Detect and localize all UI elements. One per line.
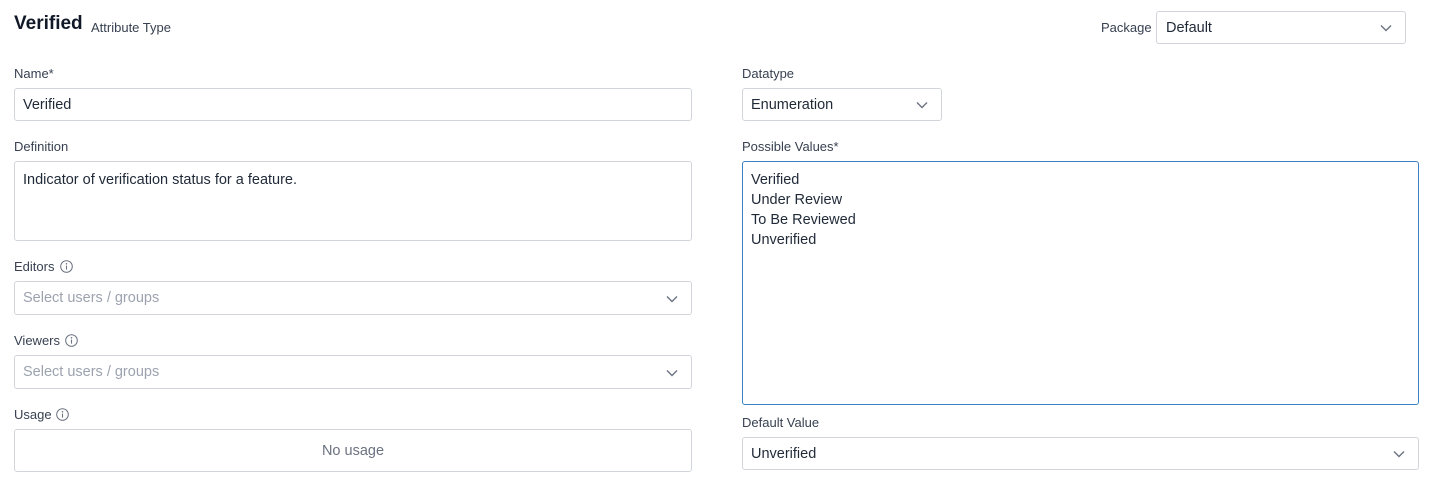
info-icon[interactable] [65,334,78,347]
default-value-select[interactable]: Unverified [742,437,1419,470]
package-select[interactable]: Default [1156,11,1406,44]
possible-values-label: Possible Values* [742,139,839,154]
possible-value-item: Under Review [751,192,843,208]
info-icon[interactable] [60,260,73,273]
name-input[interactable]: Verified [14,88,692,121]
possible-value-item: Verified [751,172,800,188]
editors-select[interactable]: Select users / groups [14,281,692,315]
package-label: Package [1101,20,1152,35]
possible-values-list: Verified Under Review To Be Reviewed Unv… [751,170,856,250]
viewers-placeholder: Select users / groups [23,364,160,380]
possible-value-item: Unverified [751,232,817,248]
chevron-down-icon [1379,23,1393,33]
usage-panel: No usage [14,429,692,472]
possible-values-textarea[interactable]: Verified Under Review To Be Reviewed Unv… [742,161,1419,405]
datatype-value: Enumeration [751,97,834,113]
usage-label: Usage [14,407,52,422]
default-value-label: Default Value [742,415,820,430]
datatype-label: Datatype [742,66,795,81]
page-title: Verified [14,13,83,34]
definition-value: Indicator of verification status for a f… [23,172,298,188]
possible-value-item: To Be Reviewed [751,212,856,228]
package-value: Default [1166,20,1212,36]
viewers-select[interactable]: Select users / groups [14,355,692,389]
name-value: Verified [23,97,72,113]
chevron-down-icon [915,100,929,110]
usage-empty-text: No usage [321,443,385,459]
name-label: Name* [14,66,54,81]
definition-label: Definition [14,139,69,154]
chevron-down-icon [1392,449,1406,459]
editors-placeholder: Select users / groups [23,290,160,306]
definition-textarea[interactable]: Indicator of verification status for a f… [14,161,692,241]
info-icon[interactable] [56,408,69,421]
page-subtitle: Attribute Type [91,20,171,35]
editors-label: Editors [14,259,55,274]
datatype-select[interactable]: Enumeration [742,88,942,121]
chevron-down-icon [665,294,679,304]
viewers-label: Viewers [14,333,61,348]
default-value: Unverified [751,446,817,462]
chevron-down-icon [665,368,679,378]
